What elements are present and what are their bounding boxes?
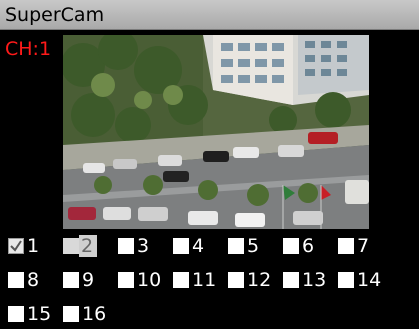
camera-option-16[interactable]: 16 [63,301,106,327]
camera-6-label: 6 [302,235,315,257]
camera-2-label: 2 [79,235,98,257]
camera-15-label: 15 [27,303,52,325]
camera-5-checkbox[interactable] [228,238,244,254]
camera-16-label: 16 [82,303,107,325]
camera-option-13[interactable]: 13 [283,267,326,293]
camera-7-label: 7 [357,235,370,257]
camera-1-checkbox[interactable] [8,238,24,254]
camera-option-8[interactable]: 8 [8,267,39,293]
camera-2-checkbox[interactable] [63,238,79,254]
camera-option-10[interactable]: 10 [118,267,161,293]
camera-option-7[interactable]: 7 [338,233,369,259]
camera-9-checkbox[interactable] [63,272,79,288]
camera-4-label: 4 [192,235,205,257]
camera-option-4[interactable]: 4 [173,233,204,259]
camera-10-label: 10 [137,269,162,291]
camera-option-12[interactable]: 12 [228,267,271,293]
camera-13-checkbox[interactable] [283,272,299,288]
camera-1-label: 1 [27,235,40,257]
camera-6-checkbox[interactable] [283,238,299,254]
camera-11-checkbox[interactable] [173,272,189,288]
street-scene-image [63,35,369,229]
camera-12-label: 12 [247,269,272,291]
camera-15-checkbox[interactable] [8,306,24,322]
camera-5-label: 5 [247,235,260,257]
camera-video-feed[interactable] [63,35,369,229]
camera-16-checkbox[interactable] [63,306,79,322]
camera-14-checkbox[interactable] [338,272,354,288]
camera-3-checkbox[interactable] [118,238,134,254]
camera-option-11[interactable]: 11 [173,267,216,293]
title-bar: SuperCam [0,0,419,30]
camera-option-5[interactable]: 5 [228,233,259,259]
camera-9-label: 9 [82,269,95,291]
camera-option-9[interactable]: 9 [63,267,94,293]
camera-option-14[interactable]: 14 [338,267,381,293]
camera-14-label: 14 [357,269,382,291]
camera-7-checkbox[interactable] [338,238,354,254]
camera-4-checkbox[interactable] [173,238,189,254]
camera-11-label: 11 [192,269,217,291]
camera-option-3[interactable]: 3 [118,233,149,259]
channel-label: CH:1 [5,38,52,60]
camera-option-2[interactable]: 2 [63,233,98,259]
camera-option-15[interactable]: 15 [8,301,51,327]
camera-option-6[interactable]: 6 [283,233,314,259]
checkmark-icon [10,240,22,252]
camera-3-label: 3 [137,235,150,257]
camera-option-1[interactable]: 1 [8,233,39,259]
camera-13-label: 13 [302,269,327,291]
camera-10-checkbox[interactable] [118,272,134,288]
camera-8-checkbox[interactable] [8,272,24,288]
camera-12-checkbox[interactable] [228,272,244,288]
camera-8-label: 8 [27,269,40,291]
app-title: SuperCam [5,4,105,26]
